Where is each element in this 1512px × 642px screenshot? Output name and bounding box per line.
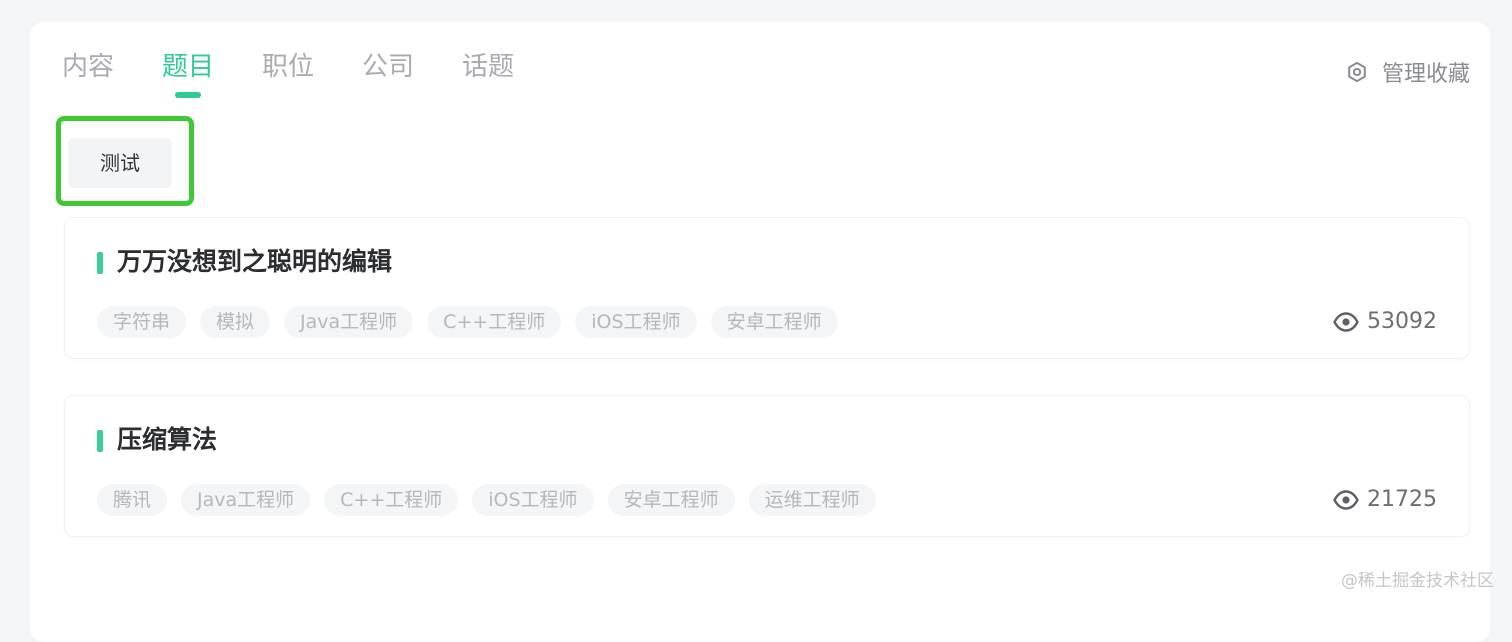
question-card[interactable]: 压缩算法 腾讯 Java工程师 C++工程师 iOS工程师 安卓工程师 运维工程…	[64, 395, 1470, 537]
eye-icon	[1333, 490, 1359, 510]
tag-chip[interactable]: C++工程师	[427, 306, 561, 338]
tag-chip[interactable]: 字符串	[97, 306, 186, 338]
view-count: 53092	[1333, 306, 1437, 338]
title-accent-bar	[97, 430, 103, 452]
watermark: @稀土掘金技术社区	[1341, 566, 1494, 591]
tab-topics[interactable]: 话题	[462, 50, 562, 90]
tag-chip[interactable]: 腾讯	[97, 484, 167, 516]
tab-content[interactable]: 内容	[62, 50, 162, 90]
folder-chip-test[interactable]: 测试	[68, 138, 172, 188]
tag-chip[interactable]: 安卓工程师	[711, 306, 838, 338]
view-count: 21725	[1333, 484, 1437, 516]
tab-companies[interactable]: 公司	[362, 50, 462, 90]
tag-chip[interactable]: Java工程师	[284, 306, 413, 338]
tag-chip[interactable]: 模拟	[200, 306, 270, 338]
tag-chip[interactable]: 运维工程师	[749, 484, 876, 516]
question-title[interactable]: 万万没想到之聪明的编辑	[117, 244, 392, 280]
tab-bar: 内容 题目 职位 公司 话题	[62, 50, 562, 90]
question-title[interactable]: 压缩算法	[117, 422, 217, 458]
tag-chip[interactable]: Java工程师	[181, 484, 310, 516]
favorites-card: 内容 题目 职位 公司 话题 管理收藏 测试 万万没想到之聪明的编辑 字符串 模…	[30, 22, 1490, 642]
manage-favorites-button[interactable]: 管理收藏	[1346, 56, 1470, 88]
manage-favorites-label: 管理收藏	[1382, 56, 1470, 88]
tab-questions[interactable]: 题目	[162, 50, 262, 90]
tag-chip[interactable]: 安卓工程师	[608, 484, 735, 516]
tag-chip[interactable]: iOS工程师	[472, 484, 593, 516]
title-accent-bar	[97, 252, 103, 274]
tag-chip[interactable]: iOS工程师	[575, 306, 696, 338]
active-tab-indicator	[175, 92, 201, 98]
view-count-value: 21725	[1367, 484, 1437, 516]
tag-chip[interactable]: C++工程师	[324, 484, 458, 516]
gear-icon	[1346, 61, 1368, 83]
question-tags: 字符串 模拟 Java工程师 C++工程师 iOS工程师 安卓工程师	[97, 306, 838, 338]
question-card[interactable]: 万万没想到之聪明的编辑 字符串 模拟 Java工程师 C++工程师 iOS工程师…	[64, 217, 1470, 359]
tab-positions[interactable]: 职位	[262, 50, 362, 90]
view-count-value: 53092	[1367, 306, 1437, 338]
eye-icon	[1333, 312, 1359, 332]
question-tags: 腾讯 Java工程师 C++工程师 iOS工程师 安卓工程师 运维工程师	[97, 484, 876, 516]
